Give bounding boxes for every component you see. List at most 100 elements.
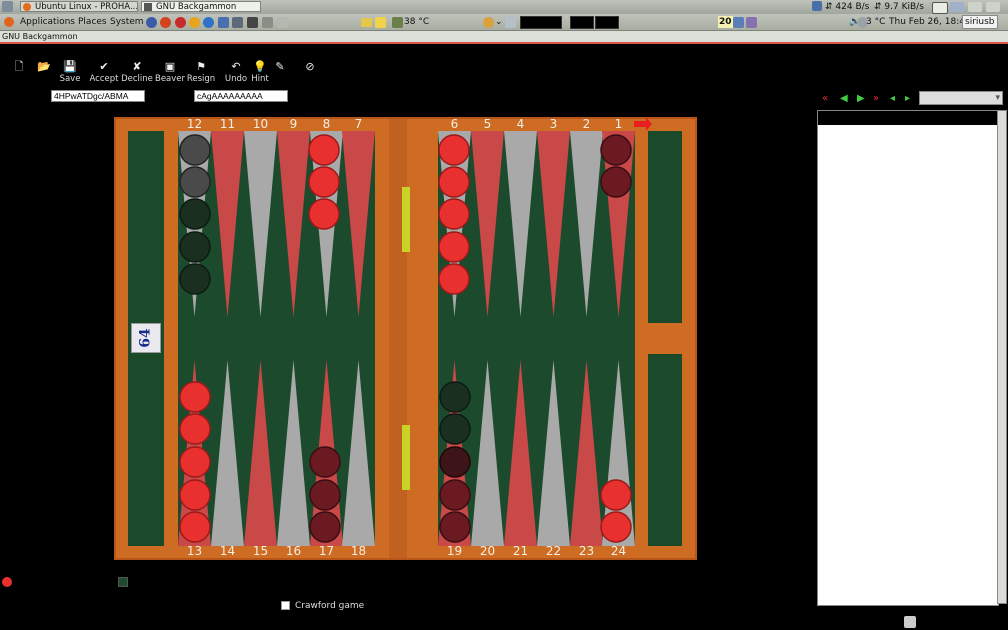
window-titlebar[interactable]: GNU Backgammon <box>0 31 1008 42</box>
menu-applications[interactable]: Applications <box>20 16 75 28</box>
position-id-field[interactable] <box>51 90 145 102</box>
match-id-field[interactable] <box>194 90 288 102</box>
checker[interactable] <box>438 231 470 263</box>
quit-button[interactable]: ⊘ <box>294 60 326 74</box>
user-menu[interactable]: siriusb <box>962 15 998 29</box>
launcher-icon[interactable] <box>146 17 157 28</box>
checker[interactable] <box>179 231 211 263</box>
launcher-icon[interactable] <box>218 17 229 28</box>
workspace-2-icon[interactable] <box>950 2 964 12</box>
launcher-icon[interactable] <box>160 17 171 28</box>
checker[interactable] <box>600 511 632 543</box>
launcher-icon[interactable] <box>262 17 273 28</box>
launcher-icon[interactable] <box>203 17 214 28</box>
checker[interactable] <box>439 446 471 478</box>
first-game-icon[interactable]: « <box>822 93 828 105</box>
checker[interactable] <box>309 511 341 543</box>
checker[interactable] <box>179 198 211 230</box>
board-graphic[interactable] <box>114 117 697 560</box>
game-select-dropdown[interactable]: ▾ <box>919 91 1003 105</box>
settings-gear-icon[interactable] <box>904 616 916 628</box>
clock[interactable]: Thu Feb 26, 18:49 <box>889 16 971 28</box>
next-move-icon[interactable]: ▶ <box>857 93 865 105</box>
chevron-down-icon[interactable]: ⌄ <box>495 16 503 28</box>
accept-button[interactable]: ✔ Accept <box>88 60 120 84</box>
monitor-icon[interactable] <box>505 17 516 28</box>
decline-button[interactable]: ✘ Decline <box>121 60 153 84</box>
workspace-switcher-icon[interactable] <box>932 2 948 14</box>
save-button[interactable]: 💾 Save <box>54 60 86 84</box>
checker[interactable] <box>308 198 340 230</box>
left-board-half[interactable] <box>178 131 375 546</box>
checker[interactable] <box>600 134 632 166</box>
point-number-bottom: 19 <box>446 544 463 558</box>
checker[interactable] <box>179 381 211 413</box>
edit-button[interactable]: ✎ <box>264 60 296 74</box>
checker[interactable] <box>179 446 211 478</box>
update-badge[interactable]: 20 <box>718 16 733 28</box>
point-number-top: 2 <box>582 117 591 131</box>
checker[interactable] <box>179 263 211 295</box>
prev-move-icon[interactable]: ◀ <box>840 93 848 105</box>
checker[interactable] <box>309 479 341 511</box>
show-desktop-icon[interactable] <box>2 1 13 12</box>
checker[interactable] <box>179 479 211 511</box>
gear-icon[interactable] <box>483 17 494 28</box>
checker[interactable] <box>179 413 211 445</box>
checker[interactable] <box>438 134 470 166</box>
checker[interactable] <box>308 134 340 166</box>
launcher-icon[interactable] <box>247 17 258 28</box>
launcher-icon[interactable] <box>277 17 288 28</box>
backgammon-board[interactable]: 64 12 11 10 9 8 7 6 5 4 3 2 1 13 14 15 16 17 18 19 20 21 22 2… <box>114 117 697 560</box>
right-bearoff-tray-bottom[interactable] <box>648 354 682 546</box>
next-marked-icon[interactable]: ▸ <box>905 93 910 105</box>
crawford-checkbox[interactable]: Crawford game <box>281 601 364 611</box>
taskbar-button-ubuntu[interactable]: Ubuntu Linux - PROHA... <box>20 1 138 12</box>
net-up-text: 9.7 KiB/s <box>884 2 924 12</box>
checker[interactable] <box>179 511 211 543</box>
menu-system[interactable]: System <box>110 16 144 28</box>
doubling-cube[interactable]: 64 <box>131 323 161 353</box>
center-bar[interactable] <box>389 119 407 558</box>
titlebar-divider <box>0 42 1008 44</box>
launcher-icon[interactable] <box>189 17 200 28</box>
notes-icon[interactable] <box>375 17 386 28</box>
workspace-3-icon[interactable] <box>968 2 982 12</box>
launcher-icon[interactable] <box>232 17 243 28</box>
checker[interactable] <box>438 166 470 198</box>
menu-panel: Applications Places System 38 °C ⌄ 20 🔈 … <box>0 14 1008 31</box>
move-list-scrollbar[interactable] <box>997 110 1007 604</box>
right-bearoff-tray-top[interactable] <box>648 131 682 323</box>
settings-icon[interactable] <box>746 17 757 28</box>
checker[interactable] <box>600 479 632 511</box>
checker[interactable] <box>438 263 470 295</box>
checker[interactable] <box>309 446 341 478</box>
move-list-panel[interactable] <box>817 110 999 606</box>
checker[interactable] <box>179 134 211 166</box>
checker[interactable] <box>600 166 632 198</box>
point-number-bottom: 14 <box>219 544 236 558</box>
checker[interactable] <box>438 198 470 230</box>
menu-places[interactable]: Places <box>78 16 107 28</box>
checker[interactable] <box>439 413 471 445</box>
resign-button[interactable]: ⚑ Resign <box>185 60 217 84</box>
checker[interactable] <box>439 381 471 413</box>
point-number-top: 5 <box>483 117 492 131</box>
prev-marked-icon[interactable]: ◂ <box>890 93 895 105</box>
workspace-4-icon[interactable] <box>986 2 1000 12</box>
crawford-checkbox-box[interactable] <box>281 601 290 610</box>
checker[interactable] <box>439 511 471 543</box>
folder-icon[interactable] <box>361 18 372 27</box>
launcher-icon[interactable] <box>175 17 186 28</box>
checker[interactable] <box>179 166 211 198</box>
bar-hinge-bottom <box>402 425 410 490</box>
last-game-icon[interactable]: » <box>873 93 879 105</box>
checker[interactable] <box>308 166 340 198</box>
checker[interactable] <box>439 479 471 511</box>
taskbar-button-gnubg[interactable]: GNU Backgammon <box>141 1 261 12</box>
gnubg-icon <box>144 3 152 11</box>
point-number-bottom: 13 <box>186 544 203 558</box>
beaver-button[interactable]: ▣ Beaver <box>154 60 186 84</box>
window-list-icon[interactable] <box>733 17 744 28</box>
net-down-text: 424 B/s <box>835 2 870 12</box>
